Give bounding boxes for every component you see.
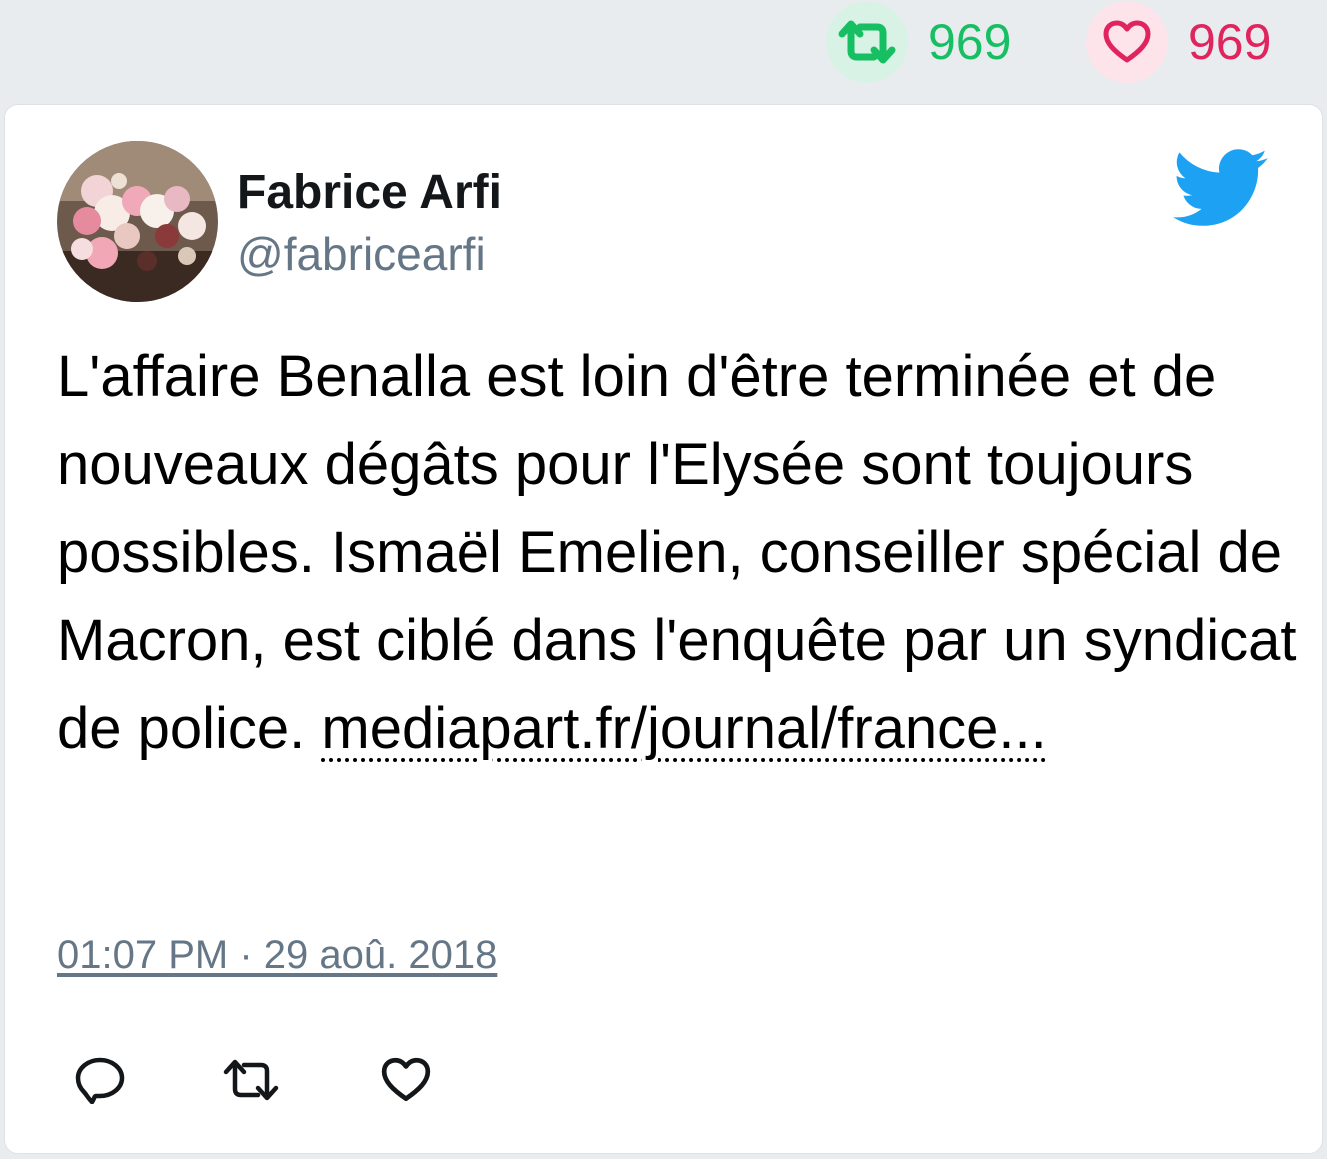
avatar[interactable]: [57, 141, 218, 302]
reply-button[interactable]: [65, 1045, 135, 1115]
reply-icon: [75, 1057, 125, 1104]
author-display-name[interactable]: Fabrice Arfi: [237, 166, 502, 220]
retweet-button[interactable]: [216, 1045, 286, 1115]
like-stat-icon-circle: [1086, 1, 1168, 83]
tweet-text: L'affaire Benalla est loin d'être termin…: [57, 333, 1297, 773]
tweet-card: Fabrice Arfi @fabricearfi L'affaire Bena…: [4, 104, 1323, 1154]
author-handle[interactable]: @fabricearfi: [237, 229, 486, 280]
twitter-bird-icon[interactable]: [1173, 149, 1269, 232]
like-icon: [381, 1057, 431, 1102]
rose-painting-avatar-image: [57, 141, 218, 302]
tweet-timestamp[interactable]: 01:07 PM · 29 aoû. 2018: [57, 933, 497, 978]
like-count: 969: [1188, 14, 1272, 70]
retweet-count: 969: [928, 14, 1012, 70]
like-stat[interactable]: 969: [1086, 0, 1271, 84]
tweet-actions: [5, 1045, 1322, 1115]
retweet-stat-icon-circle: [826, 1, 908, 83]
retweet-stat[interactable]: 969: [826, 0, 1011, 84]
like-button[interactable]: [371, 1045, 441, 1115]
tweet-link[interactable]: mediapart.fr/journal/france...: [321, 696, 1046, 761]
retweet-icon: [838, 20, 896, 64]
tweet-stats-bar: 969 969: [0, 0, 1327, 100]
heart-icon: [1103, 20, 1151, 63]
retweet-icon: [223, 1059, 279, 1101]
